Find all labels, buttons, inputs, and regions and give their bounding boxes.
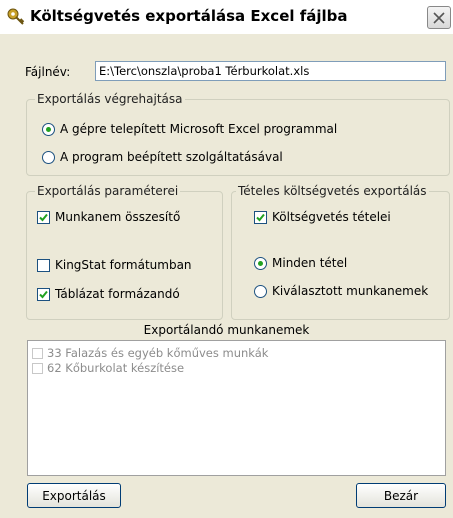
radio-excel-program-label: A gépre telepített Microsoft Excel progr… [60,122,338,136]
file-name-input[interactable] [95,61,446,81]
export-execution-legend: Exportálás végrehajtása [37,92,183,106]
check-mark-icon [256,213,265,221]
checkbox-table-formatting-label: Táblázat formázandó [55,287,180,301]
export-button[interactable]: Exportálás [27,483,121,508]
radio-excel-program[interactable]: A gépre telepített Microsoft Excel progr… [42,122,337,136]
export-dialog: Költségvetés exportálása Excel fájlba Fá… [0,0,453,518]
checkbox[interactable] [254,210,267,224]
checkbox[interactable] [37,210,50,224]
dialog-body: Fájlnév: Exportálás végrehajtása A gépre… [0,34,453,518]
checkbox[interactable] [32,362,43,374]
close-button[interactable]: Bezár [356,483,446,508]
radio-button[interactable] [254,284,267,298]
checkbox[interactable] [37,287,50,301]
window-title: Költségvetés exportálása Excel fájlba [30,7,348,25]
work-types-title: Exportálandó munkanemek [143,323,310,337]
checkbox-kingstat-format[interactable]: KingStat formátumban [37,258,192,272]
list-item[interactable]: 62 Kőburkolat készítése [32,361,184,375]
radio-selected-work-types[interactable]: Kiválasztott munkanemek [254,284,428,298]
itemized-export-group: Tételes költségvetés exportálás [231,184,450,320]
itemized-export-legend: Tételes költségvetés exportálás [238,184,427,198]
radio-selected-dot [46,126,51,132]
work-types-list[interactable]: 33 Falazás és egyéb kőműves munkák 62 Kő… [27,340,446,476]
title-bar[interactable]: Költségvetés exportálása Excel fájlba [0,0,453,34]
radio-selected-dot [258,260,263,266]
checkbox-budget-items-label: Költségvetés tételei [272,210,391,224]
checkbox[interactable] [37,258,50,272]
checkbox-work-summary[interactable]: Munkanem összesítő [37,210,180,224]
radio-all-items-label: Minden tétel [272,256,348,270]
radio-button[interactable] [42,122,55,136]
checkbox-kingstat-format-label: KingStat formátumban [55,258,192,272]
key-icon [7,8,25,25]
radio-selected-work-types-label: Kiválasztott munkanemek [272,284,429,298]
checkbox[interactable] [32,347,43,359]
radio-builtin-service-label: A program beépített szolgáltatásával [60,150,283,164]
radio-button[interactable] [254,256,267,270]
close-icon [433,11,445,24]
checkbox-work-summary-label: Munkanem összesítő [55,210,181,224]
checkbox-budget-items[interactable]: Költségvetés tételei [254,210,391,224]
radio-button[interactable] [42,150,55,164]
list-item-label: 33 Falazás és egyéb kőműves munkák [47,346,269,360]
check-mark-icon [39,213,48,221]
list-item[interactable]: 33 Falazás és egyéb kőműves munkák [32,346,268,360]
radio-builtin-service[interactable]: A program beépített szolgáltatásával [42,150,283,164]
file-name-label: Fájlnév: [25,65,71,79]
check-mark-icon [39,290,48,298]
close-window-button[interactable] [427,6,451,29]
export-params-legend: Exportálás paraméterei [37,184,179,198]
checkbox-table-formatting[interactable]: Táblázat formázandó [37,287,180,301]
radio-all-items[interactable]: Minden tétel [254,256,347,270]
list-item-label: 62 Kőburkolat készítése [47,361,185,375]
